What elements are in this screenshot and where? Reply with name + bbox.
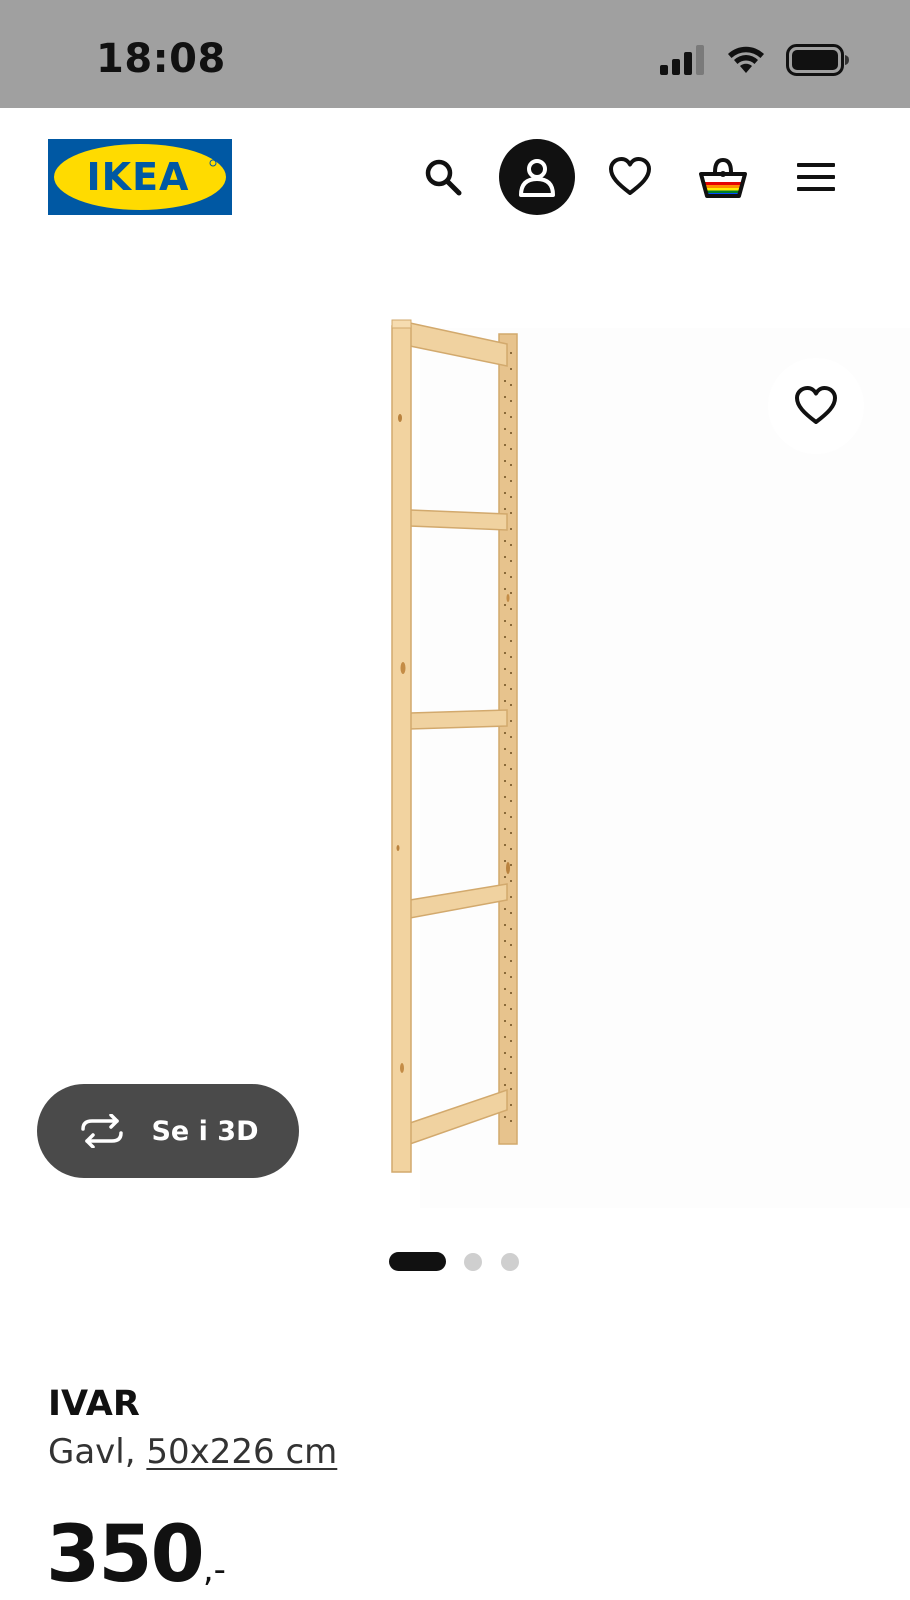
price-suffix: ,- [202,1550,226,1590]
profile-button[interactable] [499,139,575,215]
search-icon [425,159,462,196]
product-type: Gavl, [48,1432,136,1472]
carousel-dot[interactable] [501,1253,519,1271]
view-in-3d-button[interactable]: Se i 3D [37,1084,299,1178]
wifi-icon [728,46,764,73]
basket-button[interactable] [685,139,761,215]
menu-button[interactable] [778,139,854,215]
basket-icon [699,157,747,198]
battery-icon [786,44,849,76]
status-bar: 18:08 [0,0,910,108]
ikea-logo[interactable]: IKEA [48,139,232,215]
rotate-3d-icon [81,1114,124,1148]
heart-icon [795,386,837,424]
add-to-favourites-button[interactable] [768,358,864,454]
price-integer: 350 [46,1510,205,1600]
menu-icon [797,163,835,191]
heart-icon [609,157,651,195]
site-header: IKEA [0,108,910,248]
carousel-indicator [0,1250,910,1272]
search-button[interactable] [405,139,481,215]
status-icons [660,40,850,80]
cellular-signal-icon [660,45,704,75]
product-description: Gavl, 50x226 cm [48,1432,337,1472]
view-in-3d-label: Se i 3D [151,1115,259,1147]
profile-icon [519,159,555,197]
favourites-button[interactable] [592,139,668,215]
carousel-dot[interactable] [464,1253,482,1271]
logo-text: IKEA [87,155,190,199]
product-price: 350,- [46,1510,226,1600]
carousel-dot-active[interactable] [389,1252,446,1271]
status-time: 18:08 [96,36,226,82]
product-size-link[interactable]: 50x226 cm [146,1432,337,1472]
product-name: IVAR [48,1384,140,1424]
